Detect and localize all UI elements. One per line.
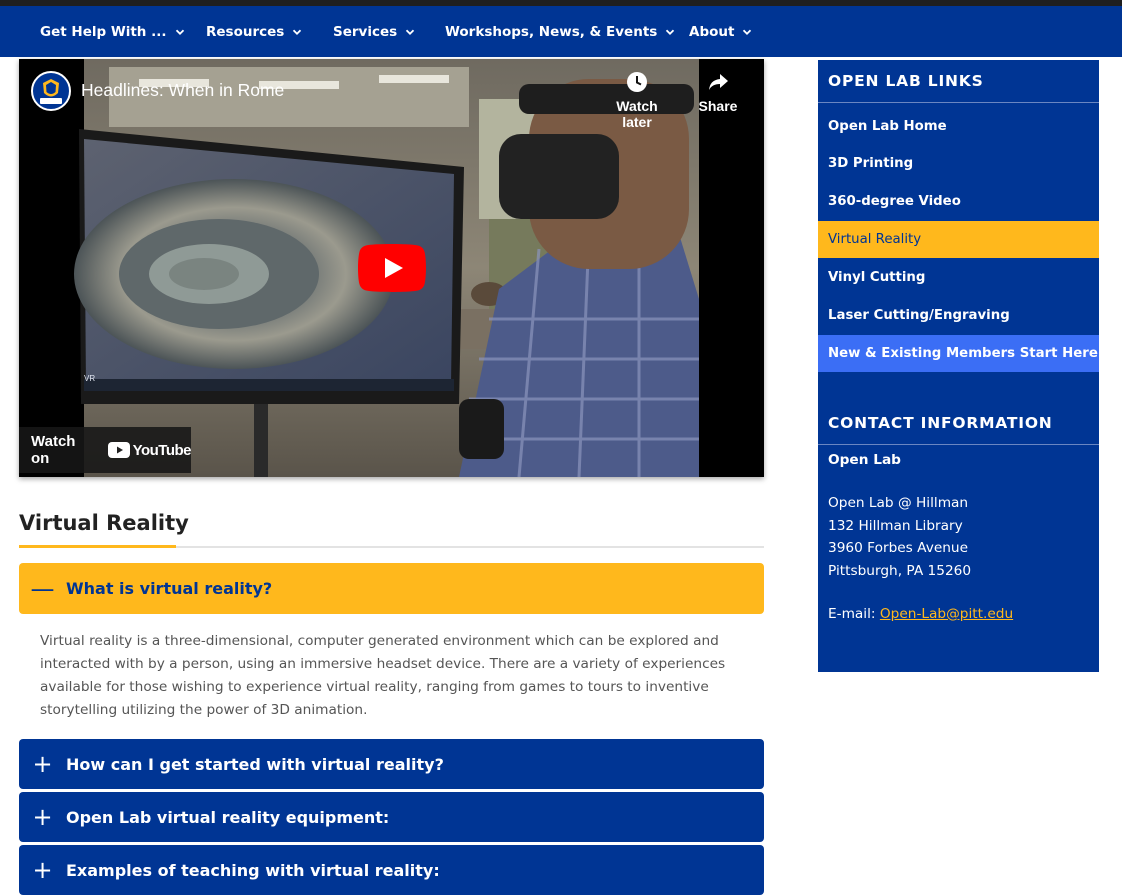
contact-address-line: Pittsburgh, PA 15260 bbox=[828, 563, 972, 579]
chevron-down-icon bbox=[743, 29, 752, 35]
main-nav: Get Help With ... Resources Services Wor… bbox=[0, 6, 1122, 57]
play-button-icon[interactable] bbox=[358, 244, 426, 292]
youtube-logo: YouTube bbox=[107, 441, 192, 459]
page-title: Virtual Reality bbox=[19, 511, 189, 535]
sidebar-item-360-video[interactable]: 360-degree Video bbox=[818, 183, 1099, 220]
sidebar-item-label: Vinyl Cutting bbox=[828, 270, 926, 285]
sidebar-item-label: 360-degree Video bbox=[828, 194, 961, 209]
contact-address-line: 3960 Forbes Avenue bbox=[828, 540, 969, 556]
expand-icon: + bbox=[32, 750, 53, 778]
sidebar-divider bbox=[818, 444, 1099, 445]
clock-icon bbox=[627, 72, 647, 92]
nav-item-label: Workshops, News, & Events bbox=[445, 23, 658, 40]
watch-on-label: Watch on bbox=[31, 433, 76, 467]
nav-item-resources[interactable]: Resources bbox=[206, 6, 302, 57]
share-button[interactable]: Share bbox=[695, 71, 741, 114]
expand-icon: + bbox=[32, 856, 53, 884]
youtube-video-embed[interactable]: VR Headlines: When in Rome Watch later S… bbox=[19, 59, 764, 477]
accordion-equipment[interactable]: + Open Lab virtual reality equipment: bbox=[19, 792, 764, 842]
accordion-title: What is virtual reality? bbox=[66, 579, 273, 598]
watch-on-youtube-button[interactable]: Watch on YouTube bbox=[19, 427, 192, 473]
contact-address-line: Open Lab @ Hillman bbox=[828, 495, 969, 511]
collapse-icon: — bbox=[30, 574, 55, 603]
sidebar-item-label: Virtual Reality bbox=[828, 232, 922, 247]
accordion-what-is-vr[interactable]: — What is virtual reality? bbox=[19, 563, 764, 614]
sidebar-item-3d-printing[interactable]: 3D Printing bbox=[818, 145, 1099, 182]
accordion-title: How can I get started with virtual reali… bbox=[66, 754, 444, 774]
sidebar-item-label: 3D Printing bbox=[828, 156, 914, 171]
sidebar-item-laser-cutting[interactable]: Laser Cutting/Engraving bbox=[818, 297, 1099, 334]
nav-item-services[interactable]: Services bbox=[333, 6, 415, 57]
nav-item-label: Services bbox=[333, 23, 398, 40]
accordion-title: Examples of teaching with virtual realit… bbox=[66, 860, 440, 880]
nav-item-workshops[interactable]: Workshops, News, & Events bbox=[445, 6, 675, 57]
expand-icon: + bbox=[32, 803, 53, 831]
sidebar-item-vinyl-cutting[interactable]: Vinyl Cutting bbox=[818, 259, 1099, 296]
accordion-body: Virtual reality is a three-dimensional, … bbox=[40, 633, 726, 718]
nav-item-label: Resources bbox=[206, 23, 285, 40]
teaching-center-logo-icon bbox=[40, 79, 62, 104]
contact-email-row: E-mail: Open-Lab@pitt.edu bbox=[828, 606, 1013, 622]
share-label: Share bbox=[698, 98, 738, 114]
sidebar-item-virtual-reality[interactable]: Virtual Reality bbox=[818, 221, 1099, 258]
watch-later-label: Watch later bbox=[616, 98, 658, 130]
sidebar-item-label: New & Existing Members Start Here bbox=[828, 346, 1098, 361]
watch-later-button[interactable]: Watch later bbox=[601, 71, 673, 130]
chevron-down-icon bbox=[406, 29, 415, 35]
youtube-play-icon bbox=[107, 442, 130, 458]
heading-accent-bar bbox=[19, 545, 176, 548]
contact-address-line: 132 Hillman Library bbox=[828, 518, 963, 534]
chevron-down-icon bbox=[293, 29, 302, 35]
youtube-wordmark: YouTube bbox=[132, 441, 192, 459]
contact-heading: CONTACT INFORMATION bbox=[828, 414, 1053, 432]
sidebar-item-label: Open Lab Home bbox=[828, 119, 947, 134]
sidebar-links-heading: OPEN LAB LINKS bbox=[828, 72, 984, 90]
channel-avatar[interactable] bbox=[31, 71, 71, 111]
accordion-title: Open Lab virtual reality equipment: bbox=[66, 807, 390, 827]
sidebar: OPEN LAB LINKS Open Lab Home 3D Printing… bbox=[818, 60, 1099, 672]
accordion-get-started[interactable]: + How can I get started with virtual rea… bbox=[19, 739, 764, 789]
sidebar-item-members-start[interactable]: New & Existing Members Start Here bbox=[818, 335, 1099, 372]
sidebar-item-open-lab-home[interactable]: Open Lab Home bbox=[818, 108, 1099, 145]
accordion-teaching-examples[interactable]: + Examples of teaching with virtual real… bbox=[19, 845, 764, 895]
email-label: E-mail: bbox=[828, 606, 876, 622]
video-overlay-vr: VR bbox=[84, 374, 95, 383]
nav-item-get-help[interactable]: Get Help With ... bbox=[40, 6, 185, 57]
sidebar-item-label: Laser Cutting/Engraving bbox=[828, 308, 1010, 323]
sidebar-divider bbox=[818, 102, 1099, 103]
nav-item-label: Get Help With ... bbox=[40, 23, 167, 40]
nav-item-about[interactable]: About bbox=[689, 6, 752, 57]
video-title[interactable]: Headlines: When in Rome bbox=[81, 80, 284, 101]
chevron-down-icon bbox=[666, 29, 675, 35]
contact-name: Open Lab bbox=[828, 452, 901, 468]
chevron-down-icon bbox=[175, 29, 184, 35]
email-link[interactable]: Open-Lab@pitt.edu bbox=[880, 606, 1013, 622]
nav-item-label: About bbox=[689, 23, 735, 40]
share-arrow-icon bbox=[709, 74, 728, 90]
